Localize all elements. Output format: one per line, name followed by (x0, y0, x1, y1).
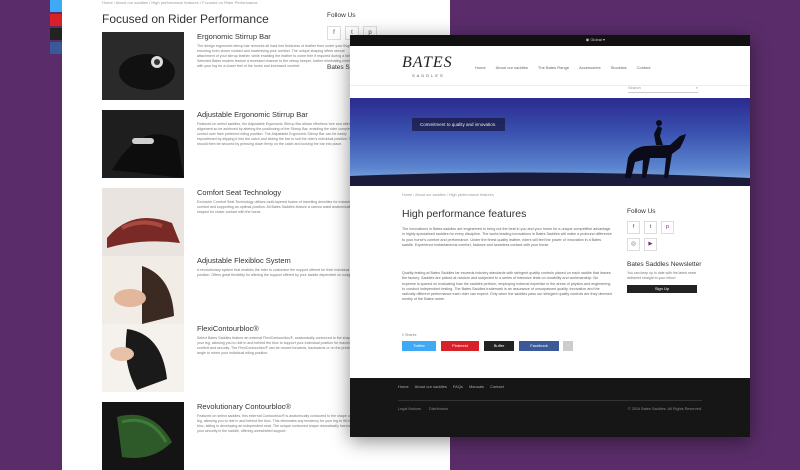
follow-us-heading: Follow Us (327, 12, 356, 19)
nav-contact[interactable]: Contact (637, 65, 651, 70)
top-bar: ◉ Global ▾ (350, 35, 750, 46)
feature-title: FlexiContourbloc® (197, 324, 259, 333)
pinterest-icon[interactable] (50, 14, 62, 26)
pinterest-icon[interactable]: p (661, 221, 674, 234)
breadcrumb[interactable]: Home / About our saddles / High performa… (402, 193, 494, 197)
signup-button[interactable]: Sign Up (627, 285, 697, 293)
footer-link-about[interactable]: About our saddles (415, 384, 447, 389)
newsletter-description: You can keep up to date with the latest … (627, 271, 697, 280)
feature-desc: Featured on select saddles, this externa… (197, 414, 361, 433)
copyright: © 2016 Bates Saddles. All Rights Reserve… (627, 407, 702, 411)
front-page: ◉ Global ▾ BATES SADDLES Home About our … (350, 35, 750, 437)
logo-subtitle: SADDLES (412, 73, 445, 78)
more-share-button[interactable]: ··· (563, 341, 573, 351)
site-header: BATES SADDLES Home About our saddles The… (350, 46, 750, 86)
feature-title: Ergonomic Stirrup Bar (197, 32, 271, 41)
comfort-seat-image (102, 188, 184, 256)
feature-title: Comfort Seat Technology (197, 188, 282, 197)
bates-logo[interactable]: BATES (402, 54, 453, 72)
facebook-icon[interactable]: f (327, 26, 341, 40)
nav-range[interactable]: The Bates Range (538, 65, 569, 70)
search-placeholder: Search (628, 85, 641, 90)
facebook-share-button[interactable]: Facebook (519, 341, 559, 351)
feature-title: Adjustable Ergonomic Stirrup Bar (197, 110, 308, 119)
site-footer: Home About our saddles FAQs Manuals Cont… (350, 378, 750, 437)
instagram-icon[interactable]: ◎ (627, 238, 640, 251)
nav-stockists[interactable]: Stockists (611, 65, 627, 70)
feature-item: FlexiContourbloc® Select Bates Saddles f… (102, 324, 362, 394)
footer-link-home[interactable]: Home (398, 384, 409, 389)
legal-notices-link[interactable]: Legal Notices (398, 407, 421, 411)
main-nav: Home About our saddles The Bates Range A… (475, 65, 650, 70)
buffer-icon[interactable] (50, 28, 62, 40)
page-title: Focused on Rider Performance (102, 12, 269, 26)
facebook-icon[interactable]: f (627, 221, 640, 234)
quality-paragraph: Quality testing at Bates Saddles far exc… (402, 271, 612, 302)
search-icon[interactable]: ⌕ (696, 85, 698, 90)
footer-legal: Legal Notices Distributors (398, 407, 448, 411)
floating-share-rail (50, 0, 62, 56)
feature-title: Adjustable Flexibloc System (197, 256, 291, 265)
twitter-share-button[interactable]: Twitter (402, 341, 436, 351)
footer-link-faqs[interactable]: FAQs (453, 384, 463, 389)
feature-item: Comfort Seat Technology Exclusive Comfor… (102, 188, 362, 258)
footer-nav: Home About our saddles FAQs Manuals Cont… (398, 384, 504, 389)
feature-item: Adjustable Flexibloc System A revolution… (102, 256, 362, 326)
share-count: 0 Shares (402, 333, 417, 337)
region-selector[interactable]: ◉ Global ▾ (586, 37, 605, 42)
youtube-icon[interactable]: ▶ (644, 238, 657, 251)
flexicontourbloc-image (102, 324, 184, 392)
footer-divider (398, 400, 702, 401)
nav-home[interactable]: Home (475, 65, 486, 70)
hero-banner: Commitment to quality and innovation. (350, 98, 750, 186)
hero-caption: Commitment to quality and innovation. (412, 118, 505, 131)
horse-rider-silhouette (350, 120, 750, 186)
feature-desc: Select Bates Saddles feature an external… (197, 336, 357, 355)
page-title: High performance features (402, 208, 527, 220)
facebook-icon[interactable] (50, 42, 62, 54)
feature-item: Revolutionary Contourbloc® Featured on s… (102, 402, 362, 470)
stirrup-bar-image (102, 32, 184, 100)
search-input[interactable]: Search ⌕ (628, 85, 698, 93)
adjustable-stirrup-image (102, 110, 184, 178)
feature-desc: A revolutionary system that enables the … (197, 268, 360, 277)
region-label: Global (590, 37, 602, 42)
nav-about[interactable]: About our saddles (496, 65, 528, 70)
contourbloc-image (102, 402, 184, 470)
feature-desc: Exclusive Comfort Seat Technology utilis… (197, 200, 361, 214)
follow-us-heading: Follow Us (627, 208, 656, 215)
flexibloc-image (102, 256, 184, 324)
intro-paragraph: The innovations in Bates saddles are eng… (402, 227, 612, 247)
twitter-icon[interactable]: t (644, 221, 657, 234)
feature-desc: Featured on select saddles, the Adjustab… (197, 122, 362, 146)
buffer-share-button[interactable]: Buffer (484, 341, 514, 351)
pinterest-share-button[interactable]: Pinterest (441, 341, 479, 351)
twitter-icon[interactable] (50, 0, 62, 12)
breadcrumb[interactable]: Home / About our saddles / High performa… (102, 0, 258, 5)
nav-accessories[interactable]: Accessories (579, 65, 601, 70)
feature-item: Adjustable Ergonomic Stirrup Bar Feature… (102, 110, 362, 180)
footer-link-manuals[interactable]: Manuals (469, 384, 484, 389)
newsletter-heading: Bates Saddles Newsletter (627, 261, 702, 268)
feature-item: Ergonomic Stirrup Bar The design ergonom… (102, 32, 362, 102)
feature-title: Revolutionary Contourbloc® (197, 402, 291, 411)
distributors-link[interactable]: Distributors (429, 407, 448, 411)
footer-link-contact[interactable]: Contact (490, 384, 504, 389)
